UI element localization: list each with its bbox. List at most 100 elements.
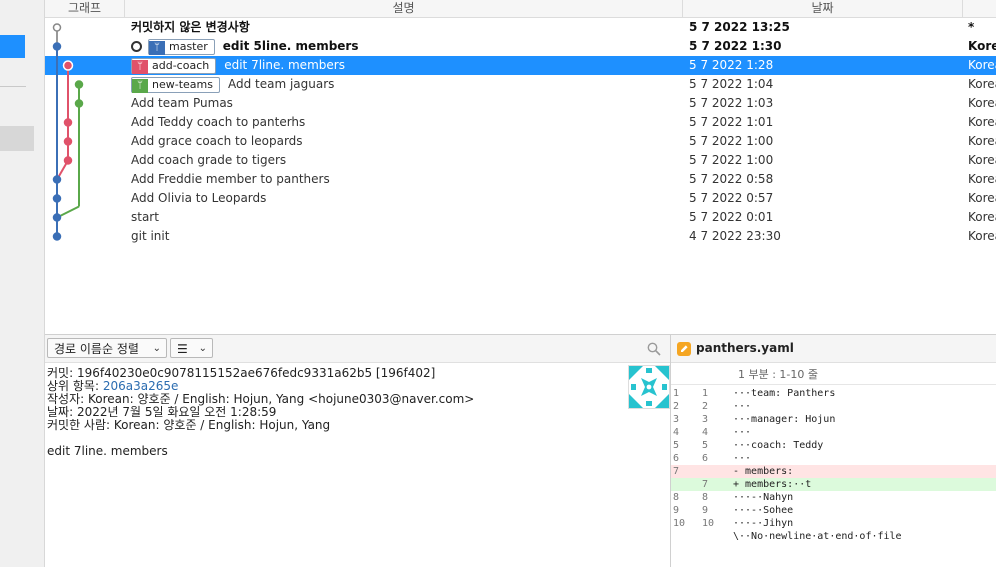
new-line-number: 10 xyxy=(702,518,715,529)
diff-line-text: + members:··t xyxy=(733,479,812,490)
commit-message-text: Add Teddy coach to panterhs xyxy=(131,115,306,129)
commit-node[interactable] xyxy=(62,60,74,71)
commit-details-pane: 경로 이름순 정렬 ⌄ ☰ ⌄ 커밋: 196f40230e0c90781151… xyxy=(45,335,671,567)
diff-line: 5 5 ···coach: Teddy xyxy=(671,439,996,452)
diff-line-text: ··· xyxy=(733,453,752,464)
commit-node[interactable] xyxy=(52,232,62,241)
commit-node[interactable] xyxy=(52,194,62,203)
commit-row[interactable]: Add Teddy coach to panterhs 5 7 2022 1:01… xyxy=(45,113,996,132)
column-description[interactable]: 설명 xyxy=(125,0,683,17)
diff-line-text: ··· xyxy=(733,427,752,438)
sidebar-item[interactable] xyxy=(0,126,34,151)
commit-hash[interactable]: 196f40230e0c9078115152ae676fedc9331a62b5… xyxy=(77,366,435,380)
commit-node[interactable] xyxy=(63,156,73,165)
diff-line: 3 3 ···manager: Hojun xyxy=(671,413,996,426)
commit-node[interactable] xyxy=(63,137,73,146)
commit-description: Add Teddy coach to panterhs xyxy=(131,113,305,132)
diff-line: 7 - members: xyxy=(671,465,996,478)
old-line-number: 1 xyxy=(673,388,680,399)
old-line-number: 7 xyxy=(673,466,680,477)
new-line-number: 9 xyxy=(702,505,709,516)
commit-node[interactable] xyxy=(52,175,62,184)
commit-description: ᛘ add-coach edit 7line. members xyxy=(131,56,345,75)
commit-date: 5 7 2022 1:00 xyxy=(689,134,774,148)
new-line-number: 2 xyxy=(702,401,709,412)
commit-node[interactable] xyxy=(63,118,73,127)
commit-row[interactable]: Add Olivia to Leopards 5 7 2022 0:57 Korea… xyxy=(45,189,996,208)
new-line-number: 4 xyxy=(702,427,709,438)
old-line-number: 9 xyxy=(673,505,680,516)
parent-commit-link[interactable]: 206a3a265e xyxy=(103,379,179,393)
column-graph[interactable]: 그래프 xyxy=(45,0,125,17)
diff-line-text: ··· xyxy=(733,401,752,412)
commit-node[interactable] xyxy=(74,80,84,89)
search-icon[interactable] xyxy=(647,342,661,356)
diff-pane: panthers.yaml 1 부분 : 1-10 줄 1 1 ···team: P… xyxy=(671,335,996,567)
column-header: 그래프 설명 날짜 xyxy=(45,0,996,18)
chevron-down-icon: ⌄ xyxy=(152,343,161,354)
commit-date: 5 7 2022 1:03 xyxy=(689,96,774,110)
left-sidebar-strip xyxy=(0,0,45,567)
sort-dropdown-label: 경로 이름순 정렬 xyxy=(54,342,139,356)
commit-node-uncommitted[interactable] xyxy=(52,23,62,32)
commit-date: 5 7 2022 0:57 xyxy=(689,191,774,205)
diff-filename[interactable]: panthers.yaml xyxy=(696,335,794,362)
commit-date: 5 7 2022 1:00 xyxy=(689,153,774,167)
diff-line-text: ···team: Panthers xyxy=(733,388,836,399)
view-mode-dropdown[interactable]: ☰ ⌄ xyxy=(170,338,213,358)
commit-message-text: 커밋하지 않은 변경사항 xyxy=(131,20,250,34)
commit-row[interactable]: git init 4 7 2022 23:30 Korean xyxy=(45,227,996,246)
commit-description: start xyxy=(131,208,159,227)
old-line-number: 6 xyxy=(673,453,680,464)
new-line-number: 6 xyxy=(702,453,709,464)
commit-row[interactable]: 커밋하지 않은 변경사항 5 7 2022 13:25 * xyxy=(45,18,996,37)
commit-node[interactable] xyxy=(52,213,62,222)
commit-graph xyxy=(52,23,84,241)
diff-line-text: ···manager: Hojun xyxy=(733,414,836,425)
diff-line-text: ···coach: Teddy xyxy=(733,440,824,451)
commit-author: Korean xyxy=(968,77,996,91)
commit-message-text: Add team jaguars xyxy=(227,77,335,91)
commit-node[interactable] xyxy=(52,42,62,51)
diff-line-text: ···-·Sohee xyxy=(733,505,794,516)
sidebar-selected-item[interactable] xyxy=(0,35,25,58)
commit-description: ᛘ new-teams Add team jaguars xyxy=(131,75,334,94)
commit-message-text: edit 7line. members xyxy=(224,58,345,72)
commit-row[interactable]: ᛘ add-coach edit 7line. members 5 7 2022 1:… xyxy=(45,56,996,75)
commit-date: 5 7 2022 0:01 xyxy=(689,210,774,224)
old-line-number: 4 xyxy=(673,427,680,438)
branch-badge[interactable]: ᛘ add-coach xyxy=(131,57,217,74)
commit-message-text: edit 5line. members xyxy=(222,39,359,53)
commit-description: Add coach grade to tigers xyxy=(131,151,286,170)
commit-author: Korean xyxy=(968,58,996,72)
branch-badge[interactable]: ᛘ new-teams xyxy=(131,76,220,93)
commit-row[interactable]: Add coach grade to tigers 5 7 2022 1:00 Ko… xyxy=(45,151,996,170)
diff-line: 7 + members:··t xyxy=(671,478,996,491)
pencil-file-icon xyxy=(677,342,691,356)
commit-row[interactable]: Add grace coach to leopards 5 7 2022 1:00… xyxy=(45,132,996,151)
branch-label: new-teams xyxy=(152,77,213,91)
commit-row[interactable]: start 5 7 2022 0:01 Korean xyxy=(45,208,996,227)
commit-author: Korean xyxy=(968,172,996,186)
column-date[interactable]: 날짜 xyxy=(683,0,963,17)
commit-message-text: Add grace coach to leopards xyxy=(131,134,303,148)
diff-line: 8 8 ···-·Nahyn xyxy=(671,491,996,504)
column-author[interactable] xyxy=(963,0,996,17)
branch-icon: ᛘ xyxy=(132,59,148,74)
diff-line: 6 6 ··· xyxy=(671,452,996,465)
commit-author: Korean xyxy=(968,191,996,205)
commit-author: Korean xyxy=(968,96,996,110)
avatar xyxy=(628,365,670,409)
commit-author: Korean xyxy=(968,115,996,129)
sort-dropdown[interactable]: 경로 이름순 정렬 ⌄ xyxy=(47,338,167,358)
commit-row[interactable]: Add team Pumas 5 7 2022 1:03 Korean xyxy=(45,94,996,113)
branch-icon: ᛘ xyxy=(149,40,165,55)
commit-row[interactable]: ᛘ master edit 5line. members 5 7 2022 1:30 K… xyxy=(45,37,996,56)
list-icon: ☰ xyxy=(177,342,188,356)
commit-row[interactable]: Add Freddie member to panthers 5 7 2022 0… xyxy=(45,170,996,189)
commit-node[interactable] xyxy=(74,99,84,108)
sidebar-divider xyxy=(0,86,26,87)
commit-description: Add Olivia to Leopards xyxy=(131,189,266,208)
branch-badge[interactable]: ᛘ master xyxy=(148,38,215,55)
commit-row[interactable]: ᛘ new-teams Add team jaguars 5 7 2022 1:04 K… xyxy=(45,75,996,94)
